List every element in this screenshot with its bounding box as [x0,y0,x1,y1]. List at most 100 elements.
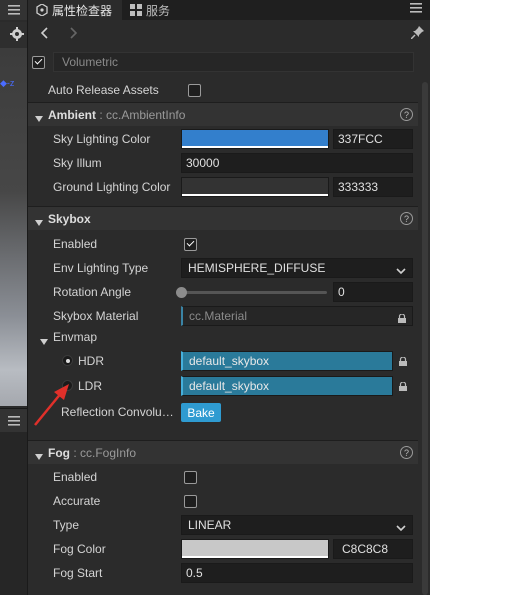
chevron-down-icon [35,449,43,463]
sky-lighting-color-hex[interactable]: 337FCC [333,129,413,149]
help-icon[interactable]: ? [400,446,413,459]
inspector-panel: 属性检查器 服务 Volumetric Auto Release Assets … [28,0,430,595]
auto-release-row: Auto Release Assets [28,79,418,101]
bake-button[interactable]: Bake [181,403,221,422]
scene-viewport[interactable] [0,48,27,406]
rotation-slider-track[interactable] [181,291,327,294]
env-lighting-type-select[interactable]: HEMISPHERE_DIFFUSE [181,258,413,278]
volumetric-checkbox[interactable] [32,55,45,69]
chevron-down-icon [35,111,43,125]
gizmo-axis-icon: ◆-z [0,78,15,88]
fog-start-label: Fog Start [53,566,103,580]
tab-label: 服务 [146,3,171,18]
sky-illum-input[interactable]: 30000 [181,153,413,173]
fog-color-swatch[interactable] [181,539,329,559]
tab-inspector[interactable]: 属性检查器 [28,0,123,20]
empty-area [430,0,509,595]
volumetric-row: Volumetric [32,52,414,72]
hdr-label: HDR [78,354,104,368]
fog-accurate-checkbox[interactable] [184,494,197,508]
ground-lighting-color-label: Ground Lighting Color [53,180,171,194]
skybox-section-header[interactable]: Skybox ? [28,206,418,230]
fog-color-label: Fog Color [53,542,106,556]
skybox-material-label: Skybox Material [53,309,139,323]
fog-color-hex[interactable]: C8C8C8 [333,539,413,559]
scene-settings-bar [0,22,27,48]
chevron-down-icon [396,264,406,278]
inspector-content: Volumetric Auto Release Assets Ambient :… [28,48,418,595]
hdr-row: HDR default_skybox [28,350,418,372]
asset-lock-icon[interactable] [398,355,408,369]
skybox-material-row: Skybox Material cc.Material [28,305,418,327]
tab-services[interactable]: 服务 [122,0,180,20]
reflection-row: Reflection Convolu… Bake [28,401,418,423]
fog-enabled-checkbox[interactable] [184,470,197,484]
pin-icon[interactable] [410,26,424,42]
sky-lighting-color-row: Sky Lighting Color 337FCC [28,128,418,150]
ldr-envmap-field[interactable]: default_skybox [181,376,393,396]
fog-accurate-label: Accurate [53,494,101,508]
help-icon[interactable]: ? [400,212,413,225]
panel-menu-icon[interactable] [410,2,424,16]
envmap-row[interactable]: Envmap [28,326,418,348]
bottom-panel-menu-icon[interactable] [0,408,27,432]
fog-enabled-row: Enabled [28,466,418,488]
services-grid-icon [130,4,143,16]
env-lighting-type-row: Env Lighting Type HEMISPHERE_DIFFUSE [28,257,418,279]
chevron-down-icon [35,215,43,229]
rotation-angle-row: Rotation Angle 0 [28,281,418,303]
skybox-enabled-label: Enabled [53,237,98,251]
ground-lighting-color-swatch[interactable] [181,177,329,197]
ambient-title: Ambient : cc.AmbientInfo [48,107,186,122]
hdr-envmap-field[interactable]: default_skybox [181,351,393,371]
chevron-down-icon [40,334,48,348]
skybox-enabled-row: Enabled [28,233,418,255]
rotation-angle-input[interactable]: 0 [333,282,413,302]
inspector-icon [36,3,48,17]
fog-type-row: Type LINEAR [28,514,418,536]
rotation-slider-knob[interactable] [176,287,187,298]
skybox-enabled-checkbox[interactable] [184,237,197,251]
gear-icon[interactable] [10,26,24,44]
scene-view-strip: ◆-z [0,0,28,595]
ground-lighting-color-hex[interactable]: 333333 [333,177,413,197]
annotation-arrow [34,384,69,426]
fog-type-label: Type [53,518,80,532]
asset-lock-icon[interactable] [398,380,408,394]
tab-bar: 属性检查器 服务 [28,0,430,20]
envmap-label: Envmap [53,330,98,344]
hdr-radio[interactable] [62,355,73,366]
fog-start-input[interactable]: 0.5 [181,563,413,583]
auto-release-checkbox[interactable] [188,83,201,97]
fog-color-row: Fog Color C8C8C8 [28,538,418,560]
sky-lighting-color-swatch[interactable] [181,129,329,149]
rotation-angle-label: Rotation Angle [53,285,132,299]
ambient-section-header[interactable]: Ambient : cc.AmbientInfo ? [28,102,418,126]
asset-lock-icon[interactable] [397,312,407,326]
sky-lighting-color-label: Sky Lighting Color [53,132,151,146]
volumetric-label: Volumetric [62,55,119,69]
tab-label: 属性检查器 [52,3,113,18]
reflection-label: Reflection Convolu… [61,405,174,419]
volumetric-field[interactable]: Volumetric [53,52,414,72]
back-arrow-icon[interactable] [36,25,52,41]
fog-section-header[interactable]: Fog : cc.FogInfo ? [28,440,418,464]
ground-lighting-color-row: Ground Lighting Color 333333 [28,176,418,198]
scrollbar[interactable] [422,82,428,595]
fog-title: Fog : cc.FogInfo [48,445,137,460]
skybox-title: Skybox [48,211,91,226]
skybox-material-field[interactable]: cc.Material [181,306,413,326]
fog-accurate-row: Accurate [28,490,418,512]
fog-start-row: Fog Start 0.5 [28,562,418,584]
bottom-panel [0,432,27,595]
sky-illum-label: Sky Illum [53,156,102,170]
chevron-down-icon [396,521,406,535]
scene-panel-menu-icon[interactable] [0,0,27,20]
auto-release-label: Auto Release Assets [48,83,159,97]
fog-enabled-label: Enabled [53,470,98,484]
fog-type-select[interactable]: LINEAR [181,515,413,535]
ldr-label: LDR [78,379,103,393]
forward-arrow-icon[interactable] [66,25,82,41]
help-icon[interactable]: ? [400,108,413,121]
ldr-row: LDR default_skybox [28,375,418,397]
